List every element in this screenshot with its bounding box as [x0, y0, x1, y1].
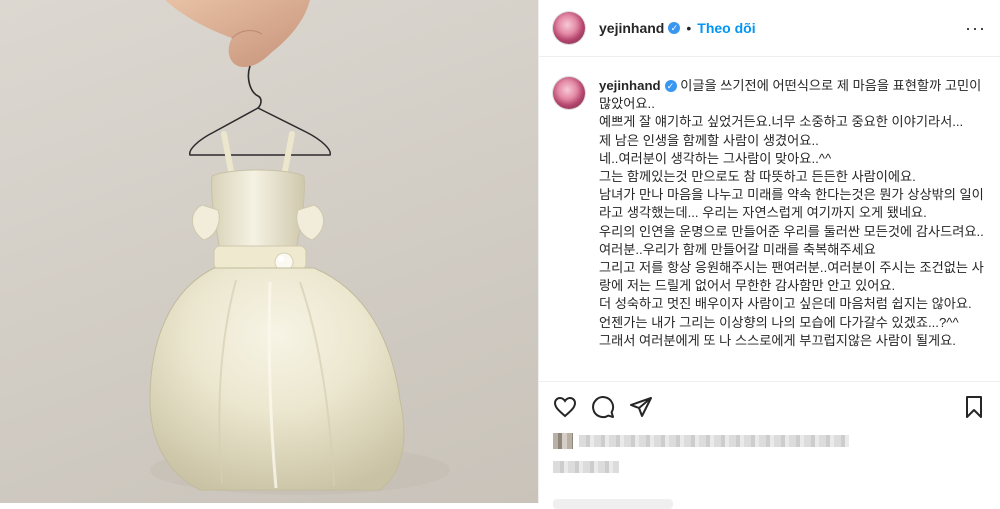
caption-line: 그는 함께있는것 만으로도 참 따뜻하고 든든한 사람이에요. [599, 169, 916, 185]
caption-line: 더 성숙하고 멋진 배우이자 사람이고 싶은데 마음처럼 쉽지는 않아요. 언젠… [599, 296, 976, 330]
caption-row: yejinhand ✓ 이글을 쓰기전에 어떤식으로 제 마음을 표현할까 고민이… [553, 77, 986, 350]
caption-line: 예쁘게 잘 얘기하고 싶었거든요.너무 소중하고 중요한 이야기라서... [599, 114, 964, 130]
author-username[interactable]: yejinhand [599, 20, 664, 36]
verified-badge-icon: ✓ [668, 22, 681, 34]
paper-plane-icon[interactable] [629, 395, 653, 419]
instagram-post: yejinhand ✓ • Theo dõi ··· yejinhand ✓ 이글… [0, 0, 1000, 509]
wedding-dress-photo [149, 0, 450, 495]
liker-avatar-blurred [553, 433, 573, 449]
likes-text-blurred [579, 435, 849, 447]
caption-line: yejinhand ✓ 이글을 쓰기전에 어떤식으로 제 마음을 표현할까 고민이… [599, 77, 986, 113]
caption-text: yejinhand ✓ 이글을 쓰기전에 어떤식으로 제 마음을 표현할까 고민이… [599, 77, 986, 350]
caption-username[interactable]: yejinhand [599, 78, 661, 93]
separator-dot: • [686, 20, 692, 36]
caption-line: 네..여러분이 생각하는 그사람이 맞아요..^^ [599, 150, 832, 166]
post-side-panel: yejinhand ✓ • Theo dõi ··· yejinhand ✓ 이글… [538, 0, 1000, 509]
caption-line: 남녀가 만나 마음을 나누고 미래를 약속 한다는것은 뭔가 상상밖의 일이라고… [599, 187, 984, 221]
caption-scroll-area[interactable]: yejinhand ✓ 이글을 쓰기전에 어떤식으로 제 마음을 표현할까 고민이… [539, 57, 1000, 380]
caption-line: 여러분..우리가 함께 만들어갈 미래를 축복해주세요 [599, 241, 876, 257]
author-avatar[interactable] [553, 12, 585, 44]
more-options-icon[interactable]: ··· [965, 18, 986, 39]
heart-icon[interactable] [553, 395, 577, 419]
caption-author-avatar[interactable] [553, 77, 585, 109]
post-photo[interactable] [0, 0, 538, 503]
post-header: yejinhand ✓ • Theo dõi ··· [539, 0, 1000, 57]
timestamp-row [553, 461, 986, 473]
caption-line: 우리의 인연을 운명으로 만들어준 우리를 둘러싼 모든것에 감사드려요.. [599, 223, 984, 239]
likes-row [553, 433, 986, 449]
caption-line: 제 남은 인생을 함께할 사람이 생겼어요.. [599, 132, 819, 148]
bookmark-icon[interactable] [962, 395, 986, 419]
comment-box-edge [553, 499, 673, 509]
caption-line: 그리고 저를 항상 응원해주시는 팬여러분..여러분이 주시는 조건없는 사랑에… [599, 260, 984, 294]
follow-button[interactable]: Theo dõi [697, 20, 755, 36]
caption-line: 그래서 여러분에게 또 나 스스로에게 부끄럽지않은 사람이 될게요. [599, 332, 956, 348]
likes-section-blurred [553, 431, 986, 479]
timestamp-blurred [553, 461, 619, 473]
action-bar [539, 381, 1000, 431]
verified-badge-icon: ✓ [664, 80, 677, 92]
comment-icon[interactable] [591, 395, 615, 419]
